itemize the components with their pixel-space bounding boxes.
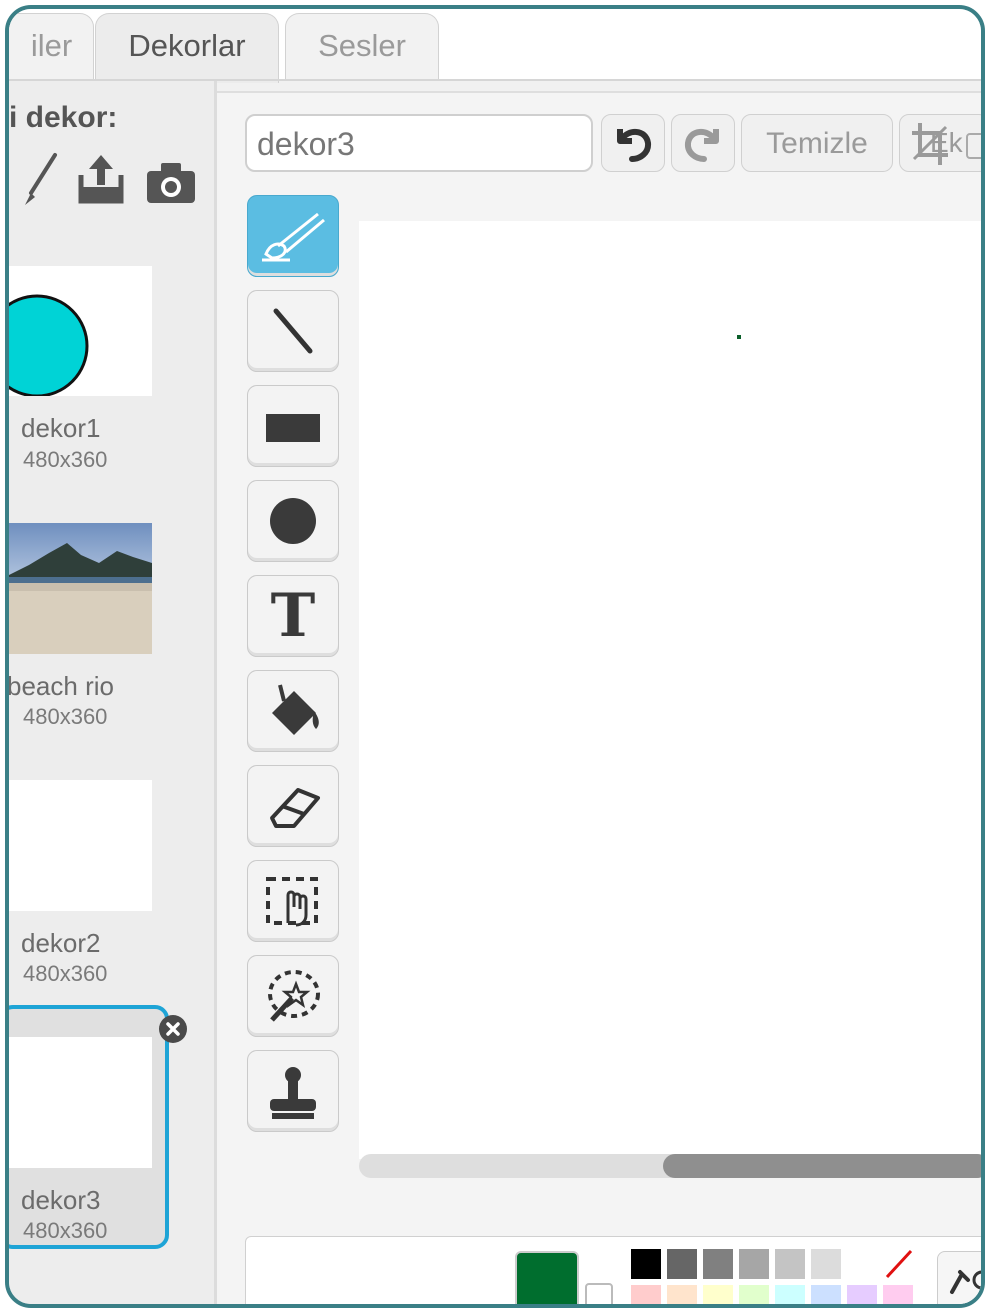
no-color-swatch[interactable] (883, 1249, 913, 1279)
select-hand-icon (266, 877, 318, 927)
palette-swatch[interactable] (883, 1285, 913, 1304)
text-tool[interactable]: T (247, 575, 339, 657)
backdrop-name: dekor3 (21, 1185, 101, 1215)
palette-swatch[interactable] (847, 1285, 877, 1304)
add-label: Ek (930, 127, 963, 158)
backdrop-size: 480x360 (23, 961, 108, 986)
backdrop-thumbnail-dekor1[interactable] (9, 266, 152, 398)
delete-backdrop-icon[interactable] (159, 1015, 187, 1043)
palette-swatch[interactable] (739, 1285, 769, 1304)
add-button[interactable]: Ek (899, 114, 981, 172)
backdrop-name: dekor2 (21, 928, 101, 958)
secondary-color-swatch[interactable] (585, 1283, 613, 1304)
import-icon (966, 133, 981, 159)
line-icon (273, 308, 313, 354)
select-tool[interactable] (247, 860, 339, 942)
backdrop-thumbnail-beach-rio[interactable] (9, 523, 152, 654)
backdrop-name: dekor1 (21, 413, 101, 443)
redo-button[interactable] (671, 114, 735, 172)
paintbrush-icon[interactable] (15, 149, 67, 209)
camera-icon[interactable] (143, 149, 195, 209)
app-window: iler Dekorlar Sesler i dekor: dekor1 480… (5, 5, 985, 1308)
palette-swatch[interactable] (739, 1249, 769, 1279)
upload-icon[interactable] (75, 149, 127, 209)
brush-tool[interactable] (247, 195, 339, 277)
brush-icon (262, 212, 325, 262)
eyedropper-button[interactable] (937, 1251, 981, 1304)
backdrop-size: 480x360 (23, 704, 108, 729)
palette-swatch[interactable] (847, 1249, 877, 1279)
eraser-icon (270, 788, 320, 828)
eyedropper-icon (950, 1270, 981, 1294)
backdrop-size: 480x360 (23, 447, 108, 472)
stamp-icon (270, 1067, 316, 1119)
rectangle-icon (266, 414, 320, 442)
undo-button[interactable] (601, 114, 665, 172)
undo-icon (617, 129, 652, 162)
palette-swatch[interactable] (667, 1285, 697, 1304)
new-backdrop-label: i dekor: (9, 101, 118, 134)
clear-label: Temizle (766, 127, 868, 160)
eraser-tool[interactable] (247, 765, 339, 847)
drawing-canvas[interactable] (359, 221, 981, 1159)
fill-tool[interactable] (247, 670, 339, 752)
text-icon: T (270, 581, 316, 651)
tab-label: Sesler (318, 28, 406, 63)
ellipse-icon (270, 498, 316, 544)
tab-scripts[interactable]: iler (9, 13, 94, 81)
rectangle-tool[interactable] (247, 385, 339, 467)
backdrop-thumbnail-dekor3[interactable] (9, 1037, 152, 1168)
palette-swatch[interactable] (631, 1249, 661, 1279)
palette-swatch[interactable] (667, 1249, 697, 1279)
backdrop-name: beach rio (7, 671, 114, 701)
line-tool[interactable] (247, 290, 339, 372)
palette-swatch[interactable] (811, 1249, 841, 1279)
magic-wand-icon (268, 970, 320, 1022)
tab-label: iler (30, 28, 73, 63)
redo-icon (684, 129, 719, 162)
palette-swatch[interactable] (811, 1285, 841, 1304)
palette-swatch[interactable] (703, 1249, 733, 1279)
costume-name-input[interactable]: dekor3 (245, 114, 593, 172)
paint-bucket-icon (272, 684, 319, 735)
tab-backdrops[interactable]: Dekorlar (95, 13, 279, 83)
scrollbar-thumb[interactable] (663, 1154, 981, 1178)
tab-label: Dekorlar (128, 28, 246, 63)
clear-button[interactable]: Temizle (741, 114, 893, 172)
palette-swatch[interactable] (631, 1285, 661, 1304)
backdrop-thumbnail-dekor2[interactable] (9, 780, 152, 911)
current-color-swatch[interactable] (515, 1251, 579, 1304)
tab-sounds[interactable]: Sesler (285, 13, 439, 81)
magic-select-tool[interactable] (247, 955, 339, 1037)
canvas-dot (737, 335, 741, 339)
backdrop-size: 480x360 (23, 1218, 108, 1243)
editor-top-border (217, 91, 981, 93)
palette-swatch[interactable] (703, 1285, 733, 1304)
stamp-tool[interactable] (247, 1050, 339, 1132)
palette-swatch[interactable] (775, 1249, 805, 1279)
ellipse-tool[interactable] (247, 480, 339, 562)
palette-swatch[interactable] (775, 1285, 805, 1304)
